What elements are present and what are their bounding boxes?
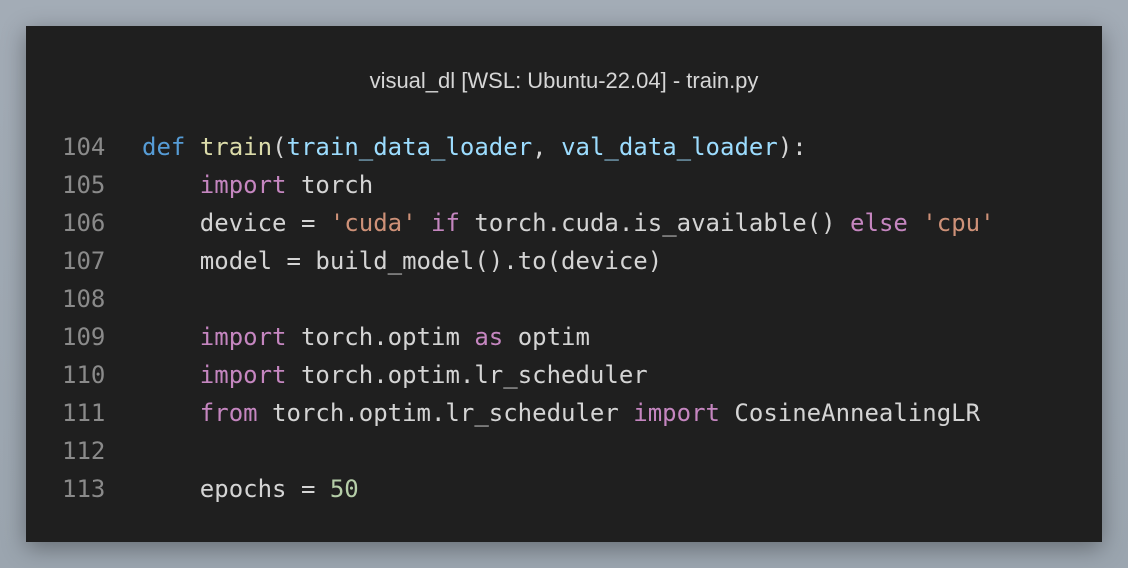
line-source: from torch.optim.lr_scheduler import Cos… — [142, 394, 980, 432]
line-number: 104 — [62, 133, 106, 161]
code-line[interactable]: 110 import torch.optim.lr_scheduler — [26, 356, 1102, 394]
code-line[interactable]: 111 from torch.optim.lr_scheduler import… — [26, 394, 1102, 432]
line-number: 111 — [62, 399, 106, 427]
code-token: ): — [777, 133, 807, 161]
line-source: epochs = 50 — [142, 470, 359, 508]
code-token: model = build_model().to(device) — [142, 247, 663, 275]
code-token: import — [199, 323, 287, 351]
line-source: import torch — [142, 166, 373, 204]
code-token: 50 — [329, 475, 359, 503]
code-token: torch.optim.lr_scheduler — [286, 361, 648, 389]
line-number: 109 — [62, 323, 106, 351]
code-token: torch.optim.lr_scheduler — [257, 399, 634, 427]
code-token: from — [199, 399, 258, 427]
line-number: 105 — [62, 171, 106, 199]
code-token: as — [474, 323, 504, 351]
code-token: train_data_loader — [286, 133, 533, 161]
window-title: visual_dl [WSL: Ubuntu-22.04] - train.py — [369, 68, 759, 93]
code-token: , — [532, 133, 562, 161]
code-line[interactable]: 108 — [26, 280, 1102, 318]
code-token: if — [431, 209, 460, 237]
code-token: device = — [142, 209, 330, 237]
code-area[interactable]: 104 def train(train_data_loader, val_data… — [26, 128, 1102, 508]
line-source: def train(train_data_loader, val_data_lo… — [142, 128, 807, 166]
line-number: 112 — [62, 437, 106, 465]
code-token: import — [199, 361, 287, 389]
code-token: def — [142, 133, 186, 161]
code-token: torch — [286, 171, 374, 199]
code-token: torch.optim — [286, 323, 475, 351]
line-source: import torch.optim.lr_scheduler — [142, 356, 648, 394]
line-source: model = build_model().to(device) — [142, 242, 662, 280]
editor-window: visual_dl [WSL: Ubuntu-22.04] - train.py… — [26, 26, 1102, 542]
line-source: device = 'cuda' if torch.cuda.is_availab… — [142, 204, 995, 242]
code-line[interactable]: 113 epochs = 50 — [26, 470, 1102, 508]
code-line[interactable]: 104 def train(train_data_loader, val_data… — [26, 128, 1102, 166]
line-number: 113 — [62, 475, 106, 503]
code-token: ( — [272, 133, 287, 161]
code-token: epochs = — [142, 475, 330, 503]
code-token: optim — [503, 323, 590, 351]
code-line[interactable]: 106 device = 'cuda' if torch.cuda.is_ava… — [26, 204, 1102, 242]
code-line[interactable]: 109 import torch.optim as optim — [26, 318, 1102, 356]
code-token: val_data_loader — [561, 133, 778, 161]
code-line[interactable]: 112 — [26, 432, 1102, 470]
line-source: import torch.optim as optim — [142, 318, 590, 356]
code-token: import — [199, 171, 287, 199]
code-token: 'cpu' — [922, 209, 995, 237]
code-line[interactable]: 107 model = build_model().to(device) — [26, 242, 1102, 280]
line-number: 110 — [62, 361, 106, 389]
code-line[interactable]: 105 import torch — [26, 166, 1102, 204]
code-token: train — [199, 133, 273, 161]
code-token: import — [633, 399, 720, 427]
line-number: 107 — [62, 247, 106, 275]
line-number: 106 — [62, 209, 106, 237]
line-number: 108 — [62, 285, 106, 313]
code-token: CosineAnnealingLR — [719, 399, 981, 427]
code-token: else — [850, 209, 908, 237]
code-token: torch.cuda.is_available() — [459, 209, 851, 237]
code-token: 'cuda' — [329, 209, 417, 237]
